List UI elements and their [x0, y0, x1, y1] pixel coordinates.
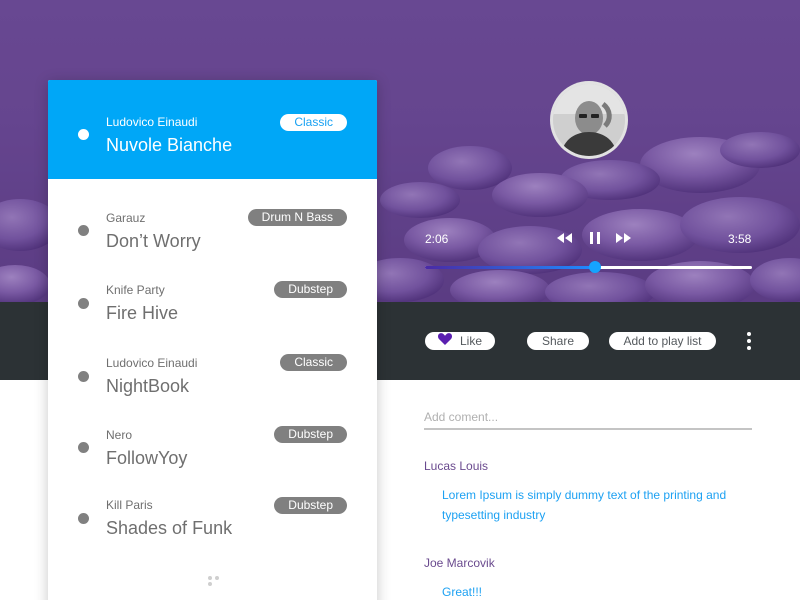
pause-icon[interactable]	[586, 229, 604, 247]
heart-icon	[437, 332, 452, 350]
more-tracks-icon[interactable]	[206, 575, 226, 586]
artist-avatar	[550, 81, 628, 159]
playlist-item[interactable]: Kill Paris Shades of Funk Dubstep	[48, 491, 377, 551]
track-artist: Nero	[106, 428, 133, 442]
playlist-item[interactable]: Knife Party Fire Hive Dubstep	[48, 273, 377, 333]
genre-badge: Dubstep	[274, 426, 347, 443]
track-dot	[78, 442, 89, 453]
track-artist: Knife Party	[106, 283, 165, 297]
playlist-item[interactable]: Nero FollowYoy Dubstep	[48, 419, 377, 479]
genre-badge: Classic	[280, 354, 347, 371]
playlist-item[interactable]: Ludovico Einaudi NightBook Classic	[48, 346, 377, 406]
like-button[interactable]: Like	[425, 332, 495, 350]
share-button[interactable]: Share	[527, 332, 589, 350]
track-title: Nuvole Bianche	[106, 135, 233, 155]
progress-slider[interactable]	[425, 261, 752, 273]
fast-forward-icon[interactable]	[614, 229, 632, 247]
playing-indicator-dot	[78, 129, 89, 140]
track-title: FollowYoy	[106, 448, 188, 468]
genre-badge: Classic	[280, 114, 347, 131]
track-dot	[78, 371, 89, 382]
genre-badge: Dubstep	[274, 281, 347, 298]
track-artist: Ludovico Einaudi	[106, 356, 198, 370]
like-label: Like	[459, 334, 482, 348]
add-to-playlist-label: Add to play list	[623, 334, 702, 348]
share-label: Share	[541, 334, 575, 348]
playlist-item-active[interactable]: Ludovico Einaudi Nuvole Bianche Classic	[48, 80, 377, 179]
current-time: 2:06	[425, 232, 449, 246]
rewind-icon[interactable]	[556, 229, 574, 247]
progress-fill	[425, 266, 596, 269]
track-title: Shades of Funk	[106, 518, 233, 538]
add-to-playlist-button[interactable]: Add to play list	[609, 332, 716, 350]
playlist-card: Ludovico Einaudi Nuvole Bianche Classic …	[48, 80, 377, 600]
comment-author[interactable]: Lucas Louis	[424, 459, 488, 473]
genre-badge: Drum N Bass	[247, 209, 347, 226]
track-artist: Ludovico Einaudi	[106, 115, 198, 129]
total-time: 3:58	[728, 232, 752, 246]
progress-knob[interactable]	[589, 261, 602, 273]
comment-input[interactable]	[424, 405, 752, 430]
comment-text: Lorem Ipsum is simply dummy text of the …	[442, 488, 727, 522]
track-dot	[78, 225, 89, 236]
track-title: NightBook	[106, 376, 190, 396]
track-title: Don’t Worry	[106, 231, 201, 251]
more-options-icon[interactable]	[746, 332, 752, 352]
track-dot	[78, 513, 89, 524]
track-artist: Garauz	[106, 211, 146, 225]
track-title: Fire Hive	[106, 303, 179, 323]
comment-author[interactable]: Joe Marcovik	[424, 556, 495, 570]
track-artist: Kill Paris	[106, 498, 153, 512]
track-dot	[78, 298, 89, 309]
comment-text: Great!!!	[442, 585, 483, 599]
playlist-item[interactable]: Garauz Don’t Worry Drum N Bass	[48, 200, 377, 260]
genre-badge: Dubstep	[274, 497, 347, 514]
